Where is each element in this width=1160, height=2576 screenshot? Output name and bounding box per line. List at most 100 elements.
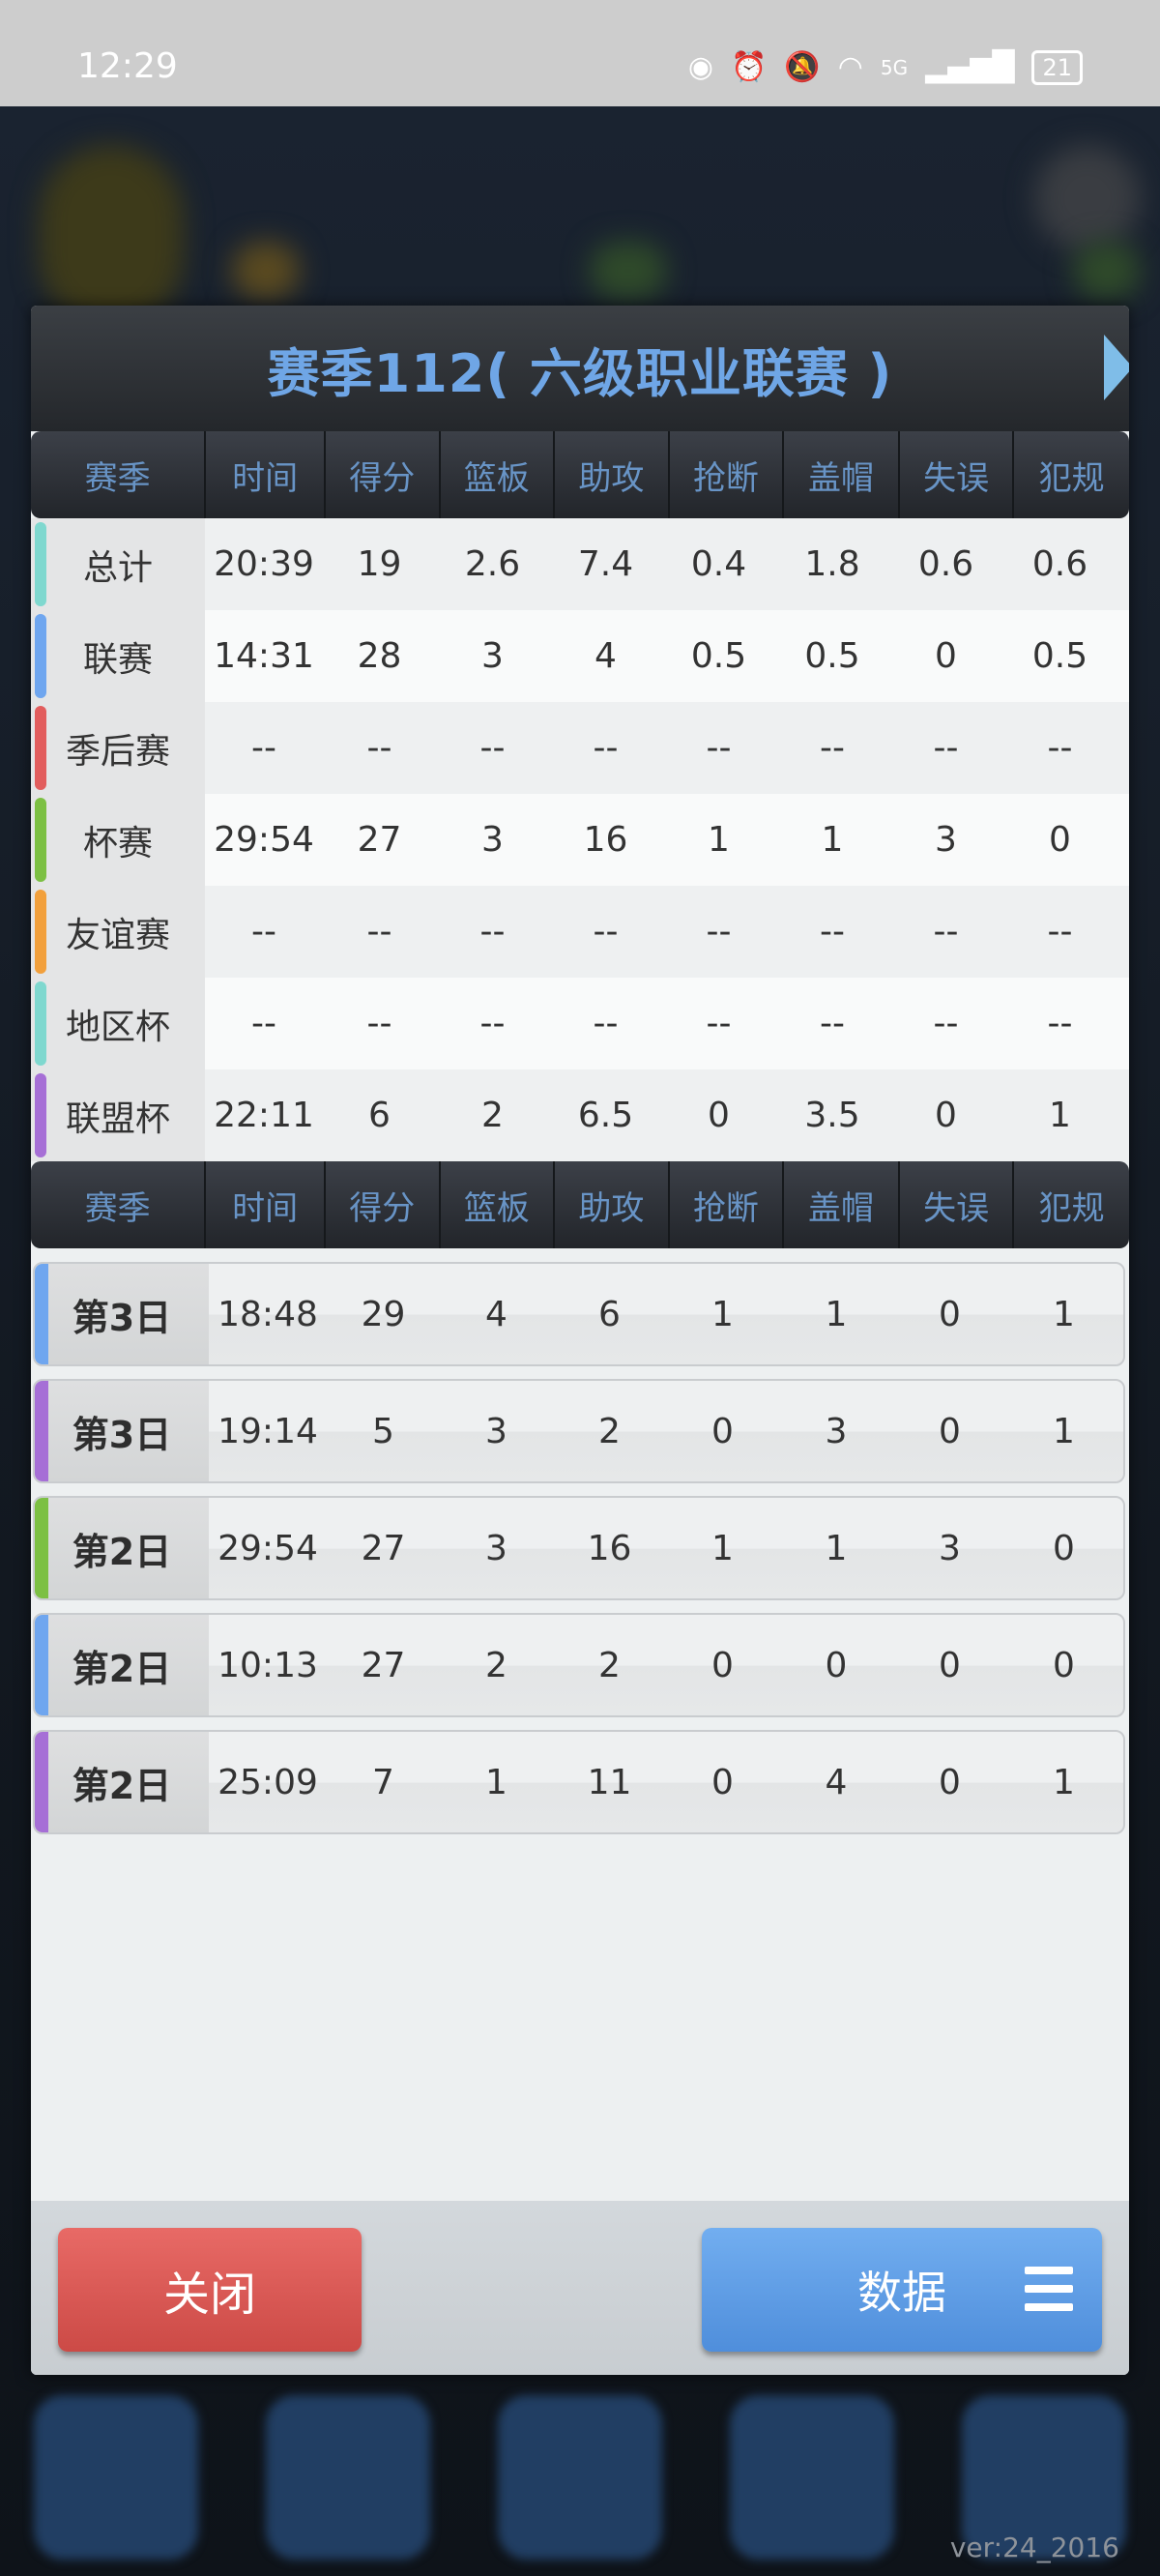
category-color-strip (35, 522, 46, 606)
stat-cell: 0.6 (917, 544, 974, 584)
competition-label: 季后赛 (31, 702, 205, 794)
category-color-strip (35, 1264, 48, 1364)
stat-cell: 4 (485, 1294, 508, 1334)
stat-cell: -- (820, 728, 845, 768)
stat-cell: 0 (939, 1411, 961, 1451)
stat-cell: 19 (357, 544, 402, 584)
summary-table-body: 总计 20:39 19 2.6 7.4 0.4 1.8 0.6 0.6 联赛 14:31 28 3 4 0.… (31, 518, 1129, 1161)
stat-cell: 0 (1053, 1528, 1075, 1568)
summary-row: 季后赛 -- -- -- -- -- -- -- -- (31, 702, 1129, 794)
wifi-icon: ◠ (837, 50, 863, 84)
stat-cell: -- (706, 728, 732, 768)
stat-cell: 3 (939, 1528, 961, 1568)
game-day-label: 第3日 (35, 1381, 209, 1481)
stat-cell: 0 (1053, 1645, 1075, 1685)
category-color-strip (35, 1381, 48, 1481)
stat-cell: 0 (939, 1762, 961, 1802)
stat-cell: 29:54 (214, 820, 314, 860)
stat-cell: 7.4 (577, 544, 634, 584)
column-header: 篮板 (441, 1161, 556, 1248)
stat-cell: 18:48 (218, 1294, 318, 1334)
status-icons: ◉ ⏰ 🔕 ◠ 5G ▂▄▆█ 21 (688, 50, 1083, 85)
stat-cell: 2.6 (464, 544, 521, 584)
column-header: 盖帽 (784, 1161, 900, 1248)
coin-icon (232, 242, 300, 300)
add-coin-button (590, 242, 667, 300)
stat-cell: 0 (711, 1762, 734, 1802)
column-header: 助攻 (555, 1161, 670, 1248)
nav-court-icon[interactable] (498, 2395, 662, 2560)
version-label: ver:24_2016 (949, 2532, 1119, 2563)
stat-cell: 3 (935, 820, 957, 860)
category-color-strip (35, 1732, 48, 1832)
stat-cell: 29 (361, 1294, 406, 1334)
dialog-header: 赛季112( 六级职业联赛 ) (31, 306, 1129, 431)
stat-cell: 0.5 (804, 636, 860, 676)
stat-cell: 0 (935, 1096, 957, 1135)
stat-cell: 20:39 (214, 544, 314, 584)
column-header: 时间 (206, 431, 326, 518)
nav-yen-icon[interactable] (266, 2395, 430, 2560)
stat-cell: -- (1047, 1004, 1073, 1043)
game-row[interactable]: 第2日 10:13 27 2 2 0 0 0 0 (33, 1613, 1125, 1717)
stat-cell: 1 (485, 1762, 508, 1802)
network-label: 5G (880, 56, 909, 79)
category-color-strip (35, 1615, 48, 1715)
stat-cell: 0.6 (1031, 544, 1088, 584)
stat-cell: -- (251, 728, 276, 768)
stat-cell: 1 (708, 820, 730, 860)
nav-chat-icon[interactable] (730, 2395, 894, 2560)
stat-cell: -- (479, 912, 506, 951)
game-day-label: 第3日 (35, 1264, 209, 1364)
stat-cell: -- (366, 912, 392, 951)
stat-cell: 1.8 (804, 544, 860, 584)
stat-cell: 1 (711, 1294, 734, 1334)
category-color-strip (35, 981, 46, 1066)
stat-cell: 3 (485, 1411, 508, 1451)
column-header: 赛季 (31, 1161, 207, 1248)
summary-row: 联赛 14:31 28 3 4 0.5 0.5 0 0.5 (31, 610, 1129, 702)
stat-cell: -- (366, 1004, 392, 1043)
stat-cell: 3 (481, 820, 504, 860)
stat-cell: 0 (1049, 820, 1071, 860)
stat-cell: 3 (481, 636, 504, 676)
game-row[interactable]: 第3日 19:14 5 3 2 0 3 0 1 (33, 1379, 1125, 1483)
category-color-strip (35, 706, 46, 790)
stat-cell: 4 (825, 1762, 848, 1802)
eye-icon: ◉ (687, 50, 714, 84)
stat-cell: 0.4 (690, 544, 747, 584)
category-color-strip (35, 1073, 46, 1157)
stat-cell: 1 (1053, 1762, 1075, 1802)
stat-cell: -- (593, 1004, 619, 1043)
stat-cell: 2 (598, 1645, 621, 1685)
game-day-label: 第2日 (35, 1498, 209, 1598)
nav-star-icon[interactable] (34, 2395, 198, 2560)
status-bar: 12:29 ◉ ⏰ 🔕 ◠ 5G ▂▄▆█ 21 (0, 0, 1160, 106)
dialog-title: 赛季112( 六级职业联赛 ) (267, 342, 893, 404)
stat-cell: 3 (485, 1528, 508, 1568)
battery-icon: 21 (1031, 50, 1083, 85)
alarm-icon: ⏰ (731, 50, 768, 84)
next-season-arrow-icon[interactable] (1104, 335, 1129, 400)
column-header: 助攻 (555, 431, 670, 518)
data-button[interactable]: 数据 (702, 2228, 1102, 2352)
close-button[interactable]: 关闭 (58, 2228, 362, 2352)
stat-cell: 1 (825, 1528, 848, 1568)
stat-cell: -- (479, 728, 506, 768)
stat-cell: 16 (587, 1528, 632, 1568)
stat-cell: -- (479, 1004, 506, 1043)
column-header: 犯规 (1038, 458, 1105, 498)
stat-cell: 0.5 (690, 636, 747, 676)
stat-cell: 0 (711, 1645, 734, 1685)
column-header: 抢断 (670, 431, 785, 518)
game-row[interactable]: 第2日 29:54 27 3 16 1 1 3 0 (33, 1496, 1125, 1600)
game-row[interactable]: 第2日 25:09 7 1 11 0 4 0 1 (33, 1730, 1125, 1834)
game-day-label: 第2日 (35, 1615, 209, 1715)
stat-cell: 4 (594, 636, 617, 676)
stat-cell: 2 (485, 1645, 508, 1685)
category-color-strip (35, 798, 46, 882)
stat-cell: -- (820, 1004, 845, 1043)
stat-cell: 28 (357, 636, 402, 676)
stat-cell: 3.5 (804, 1096, 860, 1135)
game-row[interactable]: 第3日 18:48 29 4 6 1 1 0 1 (33, 1262, 1125, 1366)
